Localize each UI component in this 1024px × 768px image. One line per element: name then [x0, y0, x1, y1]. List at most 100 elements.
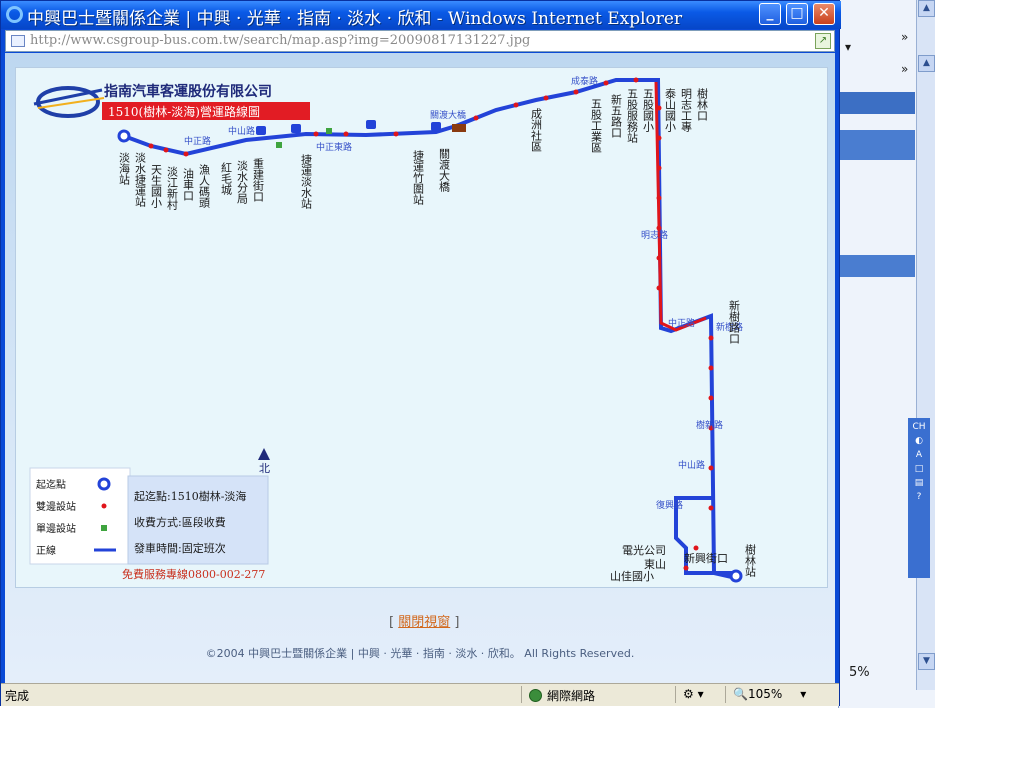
station-label: 紅毛城: [220, 162, 233, 195]
road-label: 成泰路: [571, 75, 598, 87]
road-label: 中正東路: [316, 141, 352, 153]
lang-ch-icon[interactable]: CH: [908, 422, 930, 432]
zone-label: 網際網路: [547, 689, 596, 703]
station-label: 電光公司: [622, 543, 666, 557]
page-go-icon[interactable]: ↗: [815, 33, 831, 49]
maximize-button[interactable]: □: [786, 3, 808, 25]
close-button[interactable]: ✕: [813, 3, 835, 25]
lang-help-icon[interactable]: ?: [908, 492, 930, 502]
ie-window: 中興巴士暨關係企業 | 中興 · 光華 · 指南 · 淡水 · 欣和 - Win…: [0, 0, 841, 706]
minimize-button[interactable]: _: [759, 3, 781, 25]
page-icon: [11, 35, 25, 47]
status-bar: 完成 網際網路 ⚙ ▾ 🔍105% ▾: [1, 683, 839, 706]
chevron-right-icon[interactable]: »: [901, 62, 908, 76]
window-title: 中興巴士暨關係企業 | 中興 · 光華 · 指南 · 淡水 · 欣和 - Win…: [27, 9, 683, 29]
chevron-down-icon[interactable]: ▾: [800, 687, 806, 701]
page-content: 指南汽車客運股份有限公司 1510(樹林-淡海)營運路線圖 中正路 中山路 中正…: [5, 53, 835, 683]
lang-icon[interactable]: □: [908, 464, 930, 474]
terminal-marker: [729, 569, 743, 583]
route-map-graphic: 指南汽車客運股份有限公司 1510(樹林-淡海)營運路線圖 中正路 中山路 中正…: [29, 75, 757, 583]
lang-icon[interactable]: A: [908, 450, 930, 460]
close-window-link[interactable]: 關閉視窗: [398, 615, 450, 630]
protected-mode-icon[interactable]: ⚙ ▾: [683, 687, 704, 701]
background-band: [839, 92, 915, 114]
station-label: 山佳國小: [610, 569, 654, 583]
bridge-icon: [452, 124, 466, 132]
station-label: 淡水分局: [236, 160, 249, 205]
north-arrow-icon: [258, 448, 270, 460]
zoom-icon: 🔍: [733, 687, 748, 701]
station-label: 新五路口: [610, 93, 623, 138]
security-zone[interactable]: 網際網路: [529, 687, 595, 704]
background-band: [839, 130, 915, 160]
station-label: 新興街口: [684, 551, 728, 565]
legend-label: 起迄點: [36, 478, 66, 491]
info-line: 發車時間:固定班次: [134, 541, 226, 555]
station-label: 泰山國小: [664, 87, 677, 133]
legend-red-dot-icon: [101, 503, 107, 509]
road-label: 明志路: [641, 229, 668, 241]
globe-icon: [529, 689, 542, 702]
road-label: 關渡大橋: [430, 109, 466, 121]
station-label: 淡水捷運站: [134, 152, 147, 208]
info-line: 起迄點:1510樹林-淡海: [134, 489, 246, 503]
station-label: 關渡大橋: [438, 148, 451, 193]
station-label: 樹林口: [696, 88, 709, 121]
station-label: 油車口: [182, 167, 195, 201]
road-label: 復興路: [656, 499, 683, 511]
station-label: 五股國小: [642, 88, 655, 133]
legend-green-square-icon: [101, 525, 107, 531]
station-label: 五股服務站: [626, 88, 639, 144]
background-window: 5% ▲ ▲ ▼ ▾ » »: [838, 0, 935, 708]
station-label: 天生國小: [150, 164, 163, 209]
address-bar[interactable]: http://www.csgroup-bus.com.tw/search/map…: [5, 30, 835, 52]
title-bar[interactable]: 中興巴士暨關係企業 | 中興 · 光華 · 指南 · 淡水 · 欣和 - Win…: [1, 1, 841, 29]
language-bar[interactable]: CH ◐ A □ ▤ ?: [908, 418, 930, 578]
lang-icon[interactable]: ▤: [908, 478, 930, 488]
route-title: 1510(樹林-淡海)營運路線圖: [108, 104, 260, 119]
station-label: 成洲社區: [530, 108, 543, 152]
station-label: 五股工業區: [590, 98, 603, 153]
hotline: 免費服務專線0800-002-277: [122, 567, 265, 581]
north-label: 北: [259, 462, 270, 475]
ie-logo-icon: [6, 6, 23, 23]
bracket-right: ]: [454, 615, 460, 630]
close-link-wrapper: [ 關閉視窗 ]: [389, 611, 459, 630]
bracket-left: [: [389, 615, 395, 630]
road-label: 中山路: [228, 125, 255, 137]
legend-terminal-icon: [97, 477, 111, 491]
status-divider: [675, 686, 676, 703]
lang-icon[interactable]: ◐: [908, 436, 930, 446]
background-zoom-text: 5%: [849, 665, 870, 680]
background-band: [839, 255, 915, 277]
chevron-right-icon[interactable]: ▾: [845, 40, 851, 54]
station-label: 明志工專: [680, 88, 693, 132]
scroll-up-icon[interactable]: ▲: [918, 55, 935, 72]
address-url: http://www.csgroup-bus.com.tw/search/map…: [30, 33, 531, 48]
chevron-right-icon[interactable]: »: [901, 30, 908, 44]
station-label: 捷運竹圍站: [412, 149, 425, 206]
scroll-up-icon[interactable]: ▲: [918, 0, 935, 17]
road-label: 中正路: [668, 317, 695, 329]
status-divider: [521, 686, 522, 703]
road-label: 中山路: [678, 459, 705, 471]
info-line: 收費方式:區段收費: [134, 515, 226, 529]
zoom-control[interactable]: 🔍105% ▾: [733, 687, 806, 701]
station-label: 重建街口: [252, 157, 265, 202]
company-name: 指南汽車客運股份有限公司: [104, 83, 272, 100]
footer-copyright: ©2004 中興巴士暨關係企業 | 中興 · 光華 · 指南 · 淡水 · 欣和…: [205, 647, 635, 660]
road-label: 樹新路: [696, 419, 723, 431]
company-logo-icon: [33, 86, 105, 118]
station-label: 漁人碼頭: [198, 163, 211, 209]
legend-label: 單邊設站: [36, 522, 76, 535]
zoom-level: 105%: [747, 687, 783, 701]
station-label: 新樹路口: [728, 299, 741, 344]
station-label: 捷運淡水站: [300, 153, 313, 210]
route-map: 指南汽車客運股份有限公司 1510(樹林-淡海)營運路線圖 中正路 中山路 中正…: [15, 67, 828, 588]
station-label: 淡江新村: [166, 166, 179, 210]
scroll-down-icon[interactable]: ▼: [918, 653, 935, 670]
background-scrollbar[interactable]: ▲ ▲ ▼: [916, 0, 935, 690]
road-label: 中正路: [184, 135, 211, 147]
status-divider: [725, 686, 726, 703]
station-label: 淡海站: [118, 152, 131, 186]
